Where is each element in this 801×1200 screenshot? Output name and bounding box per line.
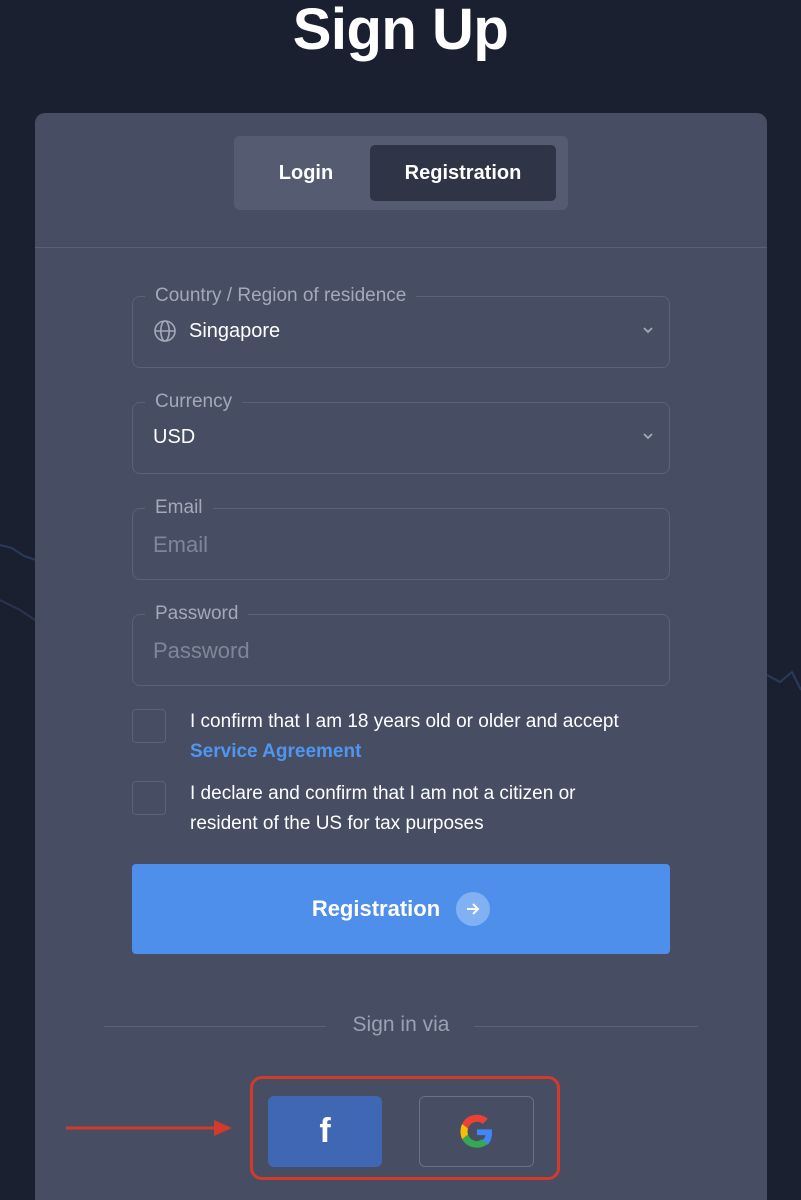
country-value: Singapore bbox=[189, 320, 281, 342]
password-field: Password bbox=[132, 602, 670, 686]
registration-button[interactable]: Registration bbox=[132, 864, 670, 954]
email-input[interactable] bbox=[153, 527, 643, 563]
tabs-divider bbox=[35, 247, 767, 248]
google-button[interactable] bbox=[419, 1096, 534, 1167]
chevron-down-icon bbox=[643, 433, 653, 440]
age-confirm-checkbox[interactable] bbox=[132, 709, 166, 743]
page-title: Sign Up bbox=[292, 0, 509, 62]
email-field: Email bbox=[132, 496, 670, 580]
tab-registration[interactable]: Registration bbox=[370, 145, 556, 201]
country-label: Country / Region of residence bbox=[145, 284, 417, 308]
us-tax-checkbox[interactable] bbox=[132, 781, 166, 815]
divider-right bbox=[474, 1026, 698, 1027]
signup-card: Login Registration Country / Region of r… bbox=[35, 113, 767, 1200]
arrow-right-icon bbox=[456, 892, 491, 926]
us-tax-text: I declare and confirm that I am not a ci… bbox=[190, 783, 576, 834]
currency-select[interactable]: Currency USD bbox=[132, 390, 670, 474]
age-confirm-text: I confirm that I am 18 years old or olde… bbox=[190, 711, 619, 732]
google-icon bbox=[460, 1114, 492, 1148]
service-agreement-link[interactable]: Service Agreement bbox=[190, 741, 361, 762]
sign-in-via-heading: Sign in via bbox=[352, 1013, 450, 1036]
password-input[interactable] bbox=[153, 633, 643, 669]
globe-icon bbox=[154, 320, 176, 342]
password-label: Password bbox=[145, 602, 249, 626]
facebook-button[interactable]: f bbox=[268, 1096, 382, 1167]
email-label: Email bbox=[145, 496, 213, 520]
auth-tabs: Login Registration bbox=[234, 136, 568, 210]
currency-value: USD bbox=[153, 426, 196, 448]
country-select[interactable]: Country / Region of residence Singapore bbox=[132, 284, 670, 368]
facebook-icon: f bbox=[319, 1112, 331, 1150]
chevron-down-icon bbox=[643, 327, 653, 334]
registration-button-label: Registration bbox=[311, 896, 441, 921]
tab-login[interactable]: Login bbox=[242, 145, 370, 201]
red-arrow-icon bbox=[66, 1120, 232, 1136]
currency-label: Currency bbox=[145, 390, 243, 414]
